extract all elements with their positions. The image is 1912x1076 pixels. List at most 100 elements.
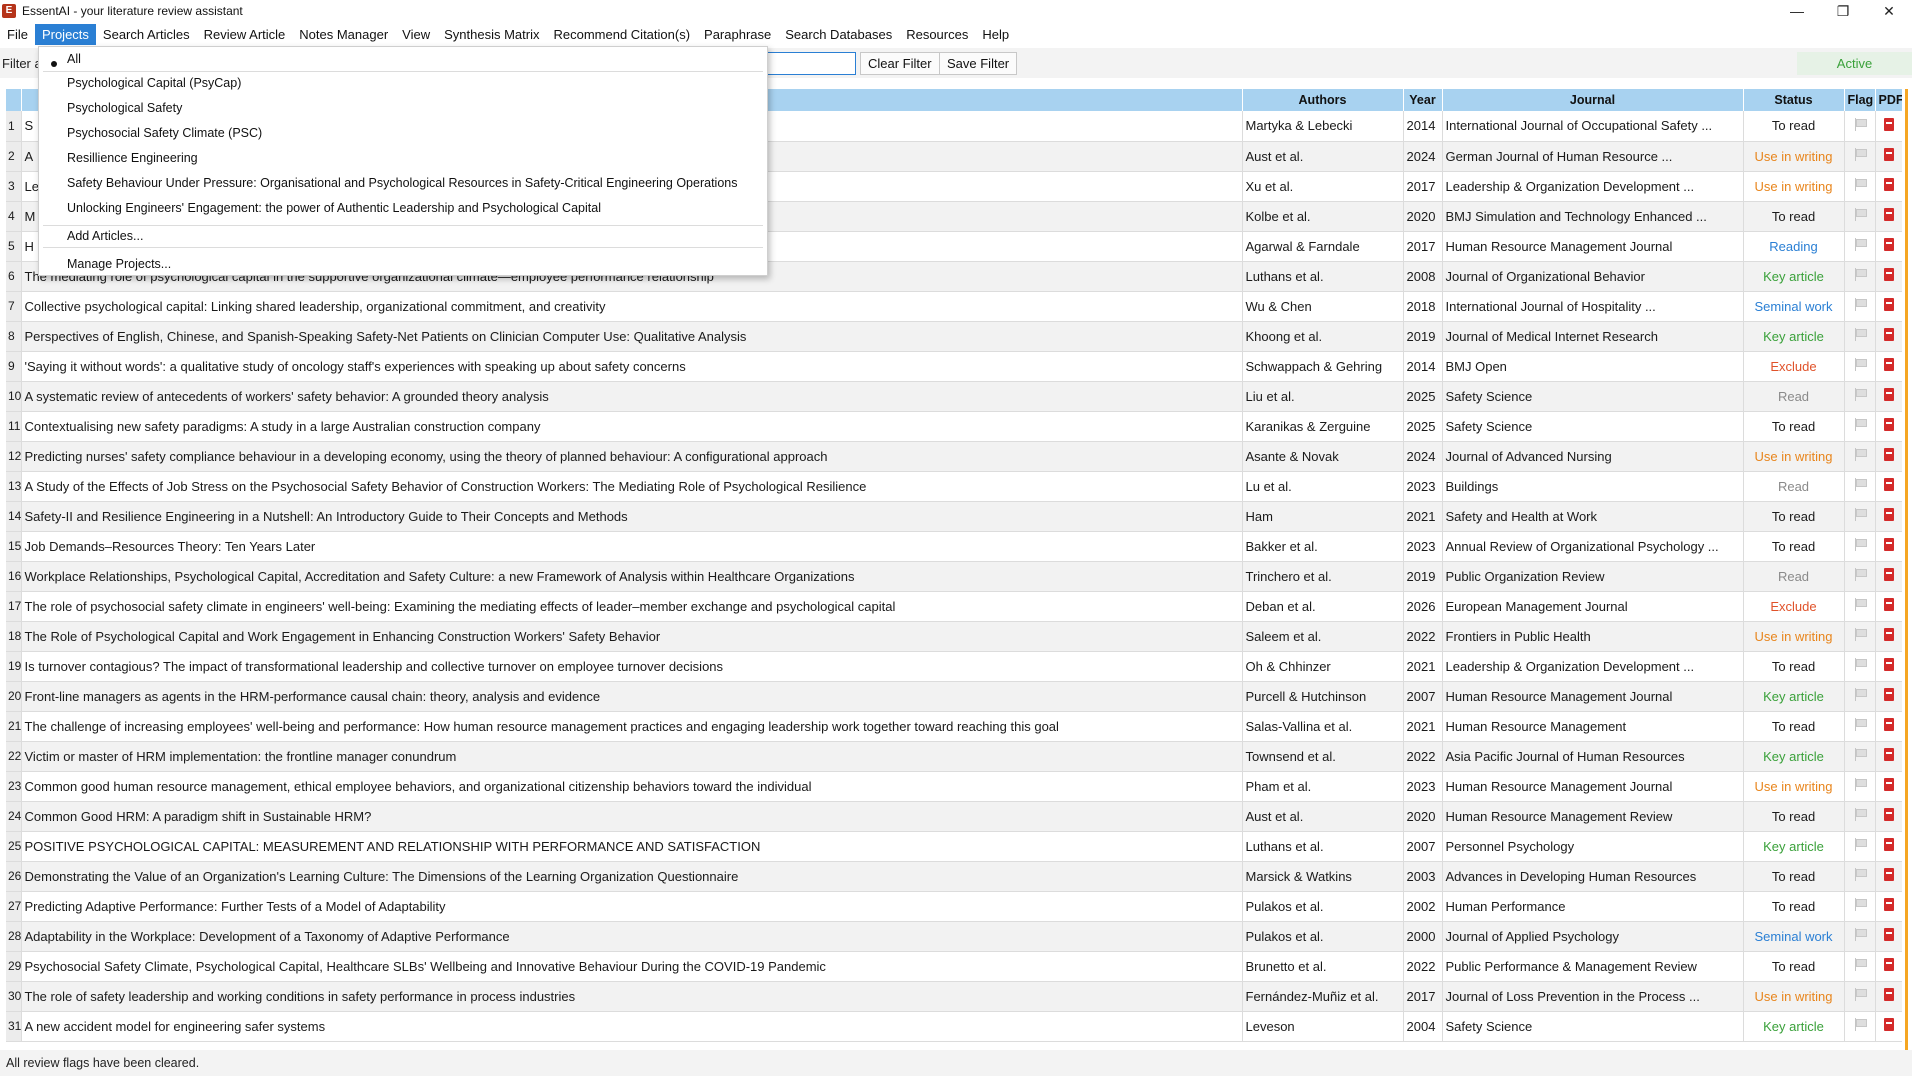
- flag-icon[interactable]: [1854, 748, 1867, 761]
- table-row[interactable]: 15 Job Demands–Resources Theory: Ten Year…: [6, 531, 1902, 562]
- flag-icon[interactable]: [1854, 838, 1867, 851]
- pdf-icon[interactable]: [1883, 358, 1894, 371]
- table-row[interactable]: 27 Predicting Adaptive Performance: Furth…: [6, 891, 1902, 922]
- menu-search-databases[interactable]: Search Databases: [778, 24, 899, 45]
- minimize-icon[interactable]: —: [1774, 0, 1820, 22]
- close-icon[interactable]: ✕: [1866, 0, 1912, 22]
- pdf-icon[interactable]: [1883, 418, 1894, 431]
- table-row[interactable]: 11 Contextualising new safety paradigms: …: [6, 411, 1902, 442]
- table-row[interactable]: 17 The role of psychosocial safety climat…: [6, 591, 1902, 622]
- table-row[interactable]: 23 Common good human resource management,…: [6, 771, 1902, 802]
- pdf-icon[interactable]: [1883, 628, 1894, 641]
- flag-icon[interactable]: [1854, 868, 1867, 881]
- flag-icon[interactable]: [1854, 718, 1867, 731]
- column-header-flag[interactable]: Flag: [1844, 89, 1876, 111]
- pdf-icon[interactable]: [1883, 208, 1894, 221]
- pdf-icon[interactable]: [1883, 448, 1894, 461]
- table-row[interactable]: 10 A systematic review of antecedents of …: [6, 381, 1902, 412]
- table-row[interactable]: 7 Collective psychological capital: Linki…: [6, 291, 1902, 322]
- table-row[interactable]: 22 Victim or master of HRM implementation…: [6, 741, 1902, 772]
- flag-icon[interactable]: [1854, 328, 1867, 341]
- flag-icon[interactable]: [1854, 298, 1867, 311]
- flag-icon[interactable]: [1854, 568, 1867, 581]
- column-header-journal[interactable]: Journal: [1442, 89, 1744, 111]
- flag-icon[interactable]: [1854, 658, 1867, 671]
- table-row[interactable]: 30 The role of safety leadership and work…: [6, 981, 1902, 1012]
- column-header-status[interactable]: Status: [1743, 89, 1845, 111]
- menu-item-project[interactable]: Psychological Safety: [67, 101, 182, 115]
- flag-icon[interactable]: [1854, 508, 1867, 521]
- flag-icon[interactable]: [1854, 808, 1867, 821]
- pdf-icon[interactable]: [1883, 117, 1894, 131]
- table-row[interactable]: 12 Predicting nurses' safety compliance b…: [6, 441, 1902, 472]
- scrollbar[interactable]: [1905, 89, 1908, 1054]
- table-row[interactable]: 31 A new accident model for engineering s…: [6, 1011, 1902, 1042]
- restore-icon[interactable]: ❐: [1820, 0, 1866, 22]
- menu-synthesis-matrix[interactable]: Synthesis Matrix: [437, 24, 546, 45]
- save-filter-button[interactable]: Save Filter: [939, 52, 1018, 75]
- flag-icon[interactable]: [1854, 988, 1867, 1001]
- pdf-icon[interactable]: [1883, 478, 1894, 491]
- table-row[interactable]: 26 Demonstrating the Value of an Organiza…: [6, 861, 1902, 892]
- table-row[interactable]: 19 Is turnover contagious? The impact of …: [6, 651, 1902, 682]
- table-row[interactable]: 14 Safety-II and Resilience Engineering i…: [6, 501, 1902, 532]
- pdf-icon[interactable]: [1883, 928, 1894, 941]
- table-row[interactable]: 16 Workplace Relationships, Psychological…: [6, 561, 1902, 592]
- flag-icon[interactable]: [1854, 208, 1867, 221]
- menu-resources[interactable]: Resources: [899, 24, 975, 45]
- flag-icon[interactable]: [1854, 148, 1867, 161]
- flag-icon[interactable]: [1854, 418, 1867, 431]
- pdf-icon[interactable]: [1883, 268, 1894, 281]
- flag-icon[interactable]: [1854, 538, 1867, 551]
- flag-icon[interactable]: [1854, 478, 1867, 491]
- flag-icon[interactable]: [1854, 117, 1867, 131]
- menu-item-project[interactable]: Psychosocial Safety Climate (PSC): [67, 126, 262, 140]
- pdf-icon[interactable]: [1883, 658, 1894, 671]
- pdf-icon[interactable]: [1883, 298, 1894, 311]
- pdf-icon[interactable]: [1883, 958, 1894, 971]
- pdf-icon[interactable]: [1883, 388, 1894, 401]
- menu-item-all[interactable]: All: [67, 52, 81, 66]
- pdf-icon[interactable]: [1883, 748, 1894, 761]
- pdf-icon[interactable]: [1883, 538, 1894, 551]
- table-row[interactable]: 8 Perspectives of English, Chinese, and S…: [6, 321, 1902, 352]
- flag-icon[interactable]: [1854, 358, 1867, 371]
- menu-view[interactable]: View: [395, 24, 437, 45]
- menu-projects[interactable]: Projects: [34, 23, 96, 45]
- flag-icon[interactable]: [1854, 958, 1867, 971]
- table-row[interactable]: 29 Psychosocial Safety Climate, Psycholog…: [6, 951, 1902, 982]
- menu-recommend-citation-s[interactable]: Recommend Citation(s): [546, 24, 697, 45]
- pdf-icon[interactable]: [1883, 328, 1894, 341]
- flag-icon[interactable]: [1854, 898, 1867, 911]
- menu-paraphrase[interactable]: Paraphrase: [697, 24, 778, 45]
- menu-review-article[interactable]: Review Article: [197, 24, 293, 45]
- column-header-year[interactable]: Year: [1403, 89, 1443, 111]
- pdf-icon[interactable]: [1883, 508, 1894, 521]
- flag-icon[interactable]: [1854, 778, 1867, 791]
- flag-icon[interactable]: [1854, 628, 1867, 641]
- table-row[interactable]: 21 The challenge of increasing employees'…: [6, 711, 1902, 742]
- menu-file[interactable]: File: [0, 24, 35, 45]
- pdf-icon[interactable]: [1883, 178, 1894, 191]
- flag-icon[interactable]: [1854, 238, 1867, 251]
- pdf-icon[interactable]: [1883, 838, 1894, 851]
- pdf-icon[interactable]: [1883, 988, 1894, 1001]
- pdf-icon[interactable]: [1883, 718, 1894, 731]
- flag-icon[interactable]: [1854, 388, 1867, 401]
- pdf-icon[interactable]: [1883, 688, 1894, 701]
- menu-item-add-articles[interactable]: Add Articles...: [67, 229, 143, 243]
- pdf-icon[interactable]: [1883, 568, 1894, 581]
- table-row[interactable]: 28 Adaptability in the Workplace: Develop…: [6, 921, 1902, 952]
- pdf-icon[interactable]: [1883, 778, 1894, 791]
- menu-item-project[interactable]: Unlocking Engineers' Engagement: the pow…: [67, 201, 601, 215]
- pdf-icon[interactable]: [1883, 898, 1894, 911]
- flag-icon[interactable]: [1854, 688, 1867, 701]
- pdf-icon[interactable]: [1883, 868, 1894, 881]
- table-row[interactable]: 9 'Saying it without words': a qualitativ…: [6, 351, 1902, 382]
- menu-item-project[interactable]: Resillience Engineering: [67, 151, 198, 165]
- column-header-number[interactable]: [6, 89, 22, 111]
- table-row[interactable]: 13 A Study of the Effects of Job Stress o…: [6, 471, 1902, 502]
- table-row[interactable]: 20 Front-line managers as agents in the H…: [6, 681, 1902, 712]
- table-row[interactable]: 25 POSITIVE PSYCHOLOGICAL CAPITAL: MEASUR…: [6, 831, 1902, 862]
- menu-item-project[interactable]: Psychological Capital (PsyCap): [67, 76, 241, 90]
